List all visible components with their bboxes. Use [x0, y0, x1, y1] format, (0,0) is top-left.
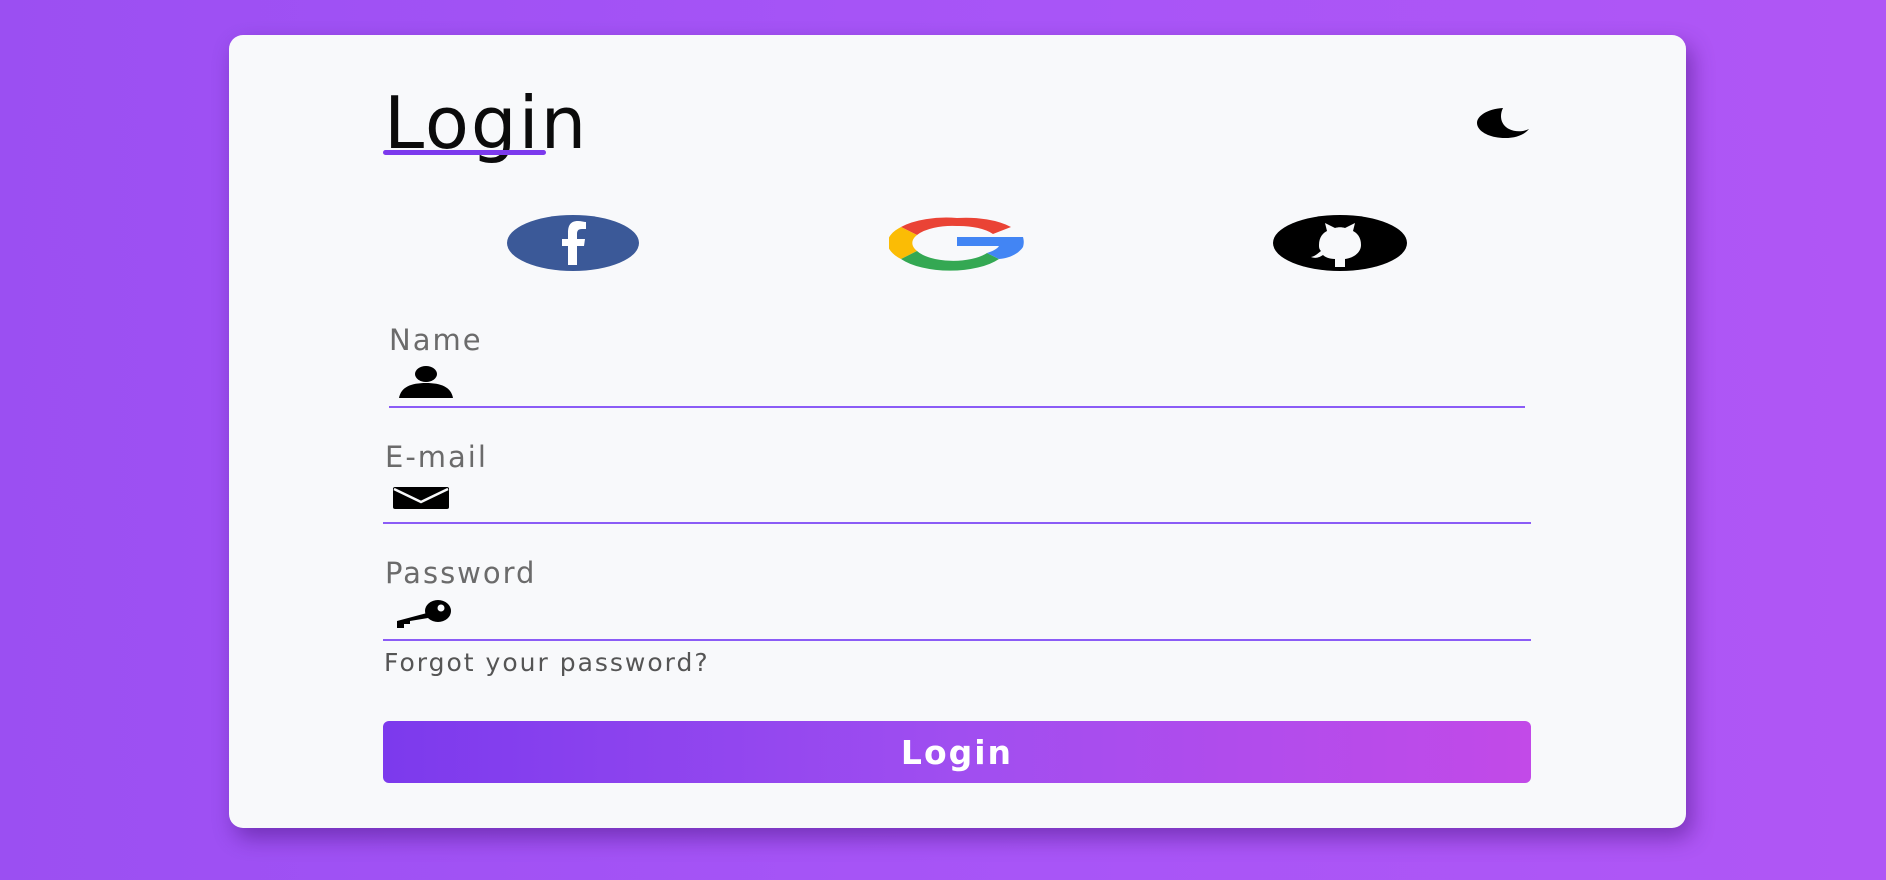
- forgot-password-link[interactable]: Forgot your password?: [384, 648, 710, 677]
- login-button[interactable]: Login: [383, 721, 1531, 783]
- google-icon: [889, 217, 1024, 271]
- user-icon: [396, 365, 456, 399]
- name-input[interactable]: [469, 365, 1529, 401]
- password-underline: [383, 639, 1531, 641]
- key-icon: [393, 597, 453, 631]
- login-card: Login Name E-mail Password Forgot your p…: [229, 35, 1686, 828]
- email-underline: [383, 522, 1531, 524]
- facebook-login-button[interactable]: [507, 215, 639, 271]
- password-label: Password: [385, 556, 537, 590]
- google-login-button[interactable]: [889, 215, 1025, 271]
- password-input[interactable]: [469, 597, 1529, 633]
- github-login-button[interactable]: [1273, 215, 1407, 271]
- email-input[interactable]: [469, 481, 1529, 517]
- page-title: Login: [384, 81, 589, 165]
- github-icon: [1273, 215, 1407, 271]
- name-label: Name: [389, 323, 483, 357]
- title-underline: [383, 150, 546, 155]
- envelope-icon: [392, 482, 452, 516]
- name-underline: [389, 406, 1525, 408]
- moon-icon[interactable]: [1473, 107, 1529, 139]
- facebook-icon: [507, 215, 639, 271]
- email-label: E-mail: [385, 440, 488, 474]
